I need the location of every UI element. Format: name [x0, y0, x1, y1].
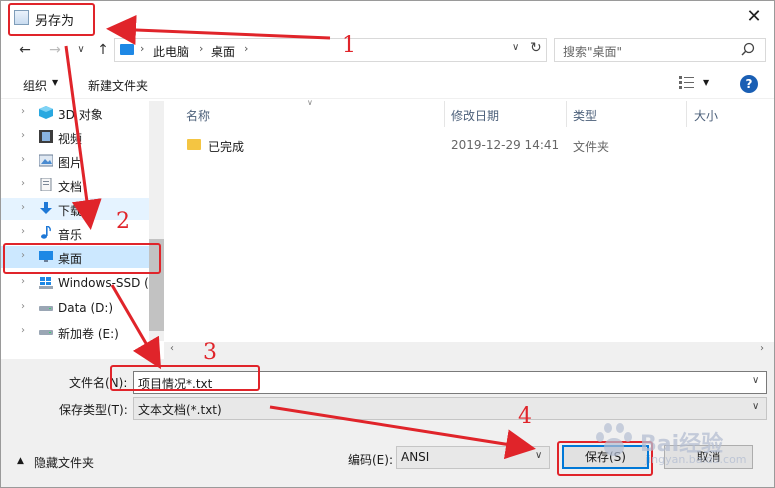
view-options-icon[interactable]	[679, 75, 695, 89]
column-divider[interactable]	[686, 101, 687, 127]
scroll-left-icon[interactable]: ‹	[170, 343, 174, 354]
column-header-date[interactable]: 修改日期	[451, 107, 499, 124]
file-name: 已完成	[208, 140, 245, 154]
column-header-type[interactable]: 类型	[573, 107, 597, 124]
filetype-select[interactable]: 文本文档(*.txt) ∨	[133, 397, 767, 420]
chevron-right-icon[interactable]: ›	[21, 276, 25, 287]
caret-down-icon[interactable]: ▼	[703, 78, 709, 87]
tree-item-label: 下载	[58, 204, 83, 218]
hide-folders-toggle[interactable]: 隐藏文件夹	[34, 454, 94, 471]
chevron-down-icon[interactable]: ∨	[752, 375, 759, 386]
search-icon[interactable]	[740, 41, 756, 57]
column-header-name[interactable]: 名称	[186, 107, 210, 124]
chevron-right-icon[interactable]: ›	[21, 202, 25, 213]
encoding-value: ANSI	[401, 450, 430, 464]
folder-icon	[187, 139, 201, 150]
tree-item-label: 3D 对象	[58, 108, 103, 122]
encoding-label: 编码(E):	[348, 453, 393, 467]
step-number-2: 2	[116, 209, 130, 234]
file-date: 2019-12-29 14:41	[451, 138, 560, 152]
tree-item-documents[interactable]: › 文档	[1, 174, 149, 196]
chevron-right-icon: ›	[244, 42, 249, 55]
tree-item-3d-objects[interactable]: › 3D 对象	[1, 102, 149, 124]
help-icon[interactable]: ?	[740, 75, 758, 93]
chevron-down-icon[interactable]: ∨	[752, 401, 759, 412]
forward-arrow-icon[interactable]: →	[45, 39, 65, 61]
sort-caret-icon: ∨	[307, 98, 313, 107]
filetype-label: 保存类型(T):	[59, 403, 128, 417]
new-folder-button[interactable]: 新建文件夹	[88, 77, 148, 94]
back-arrow-icon[interactable]: ←	[15, 39, 35, 61]
search-input[interactable]: 搜索"桌面"	[563, 43, 622, 60]
horizontal-scrollbar[interactable]: ‹ ›	[164, 342, 774, 359]
tree-item-videos[interactable]: › 视频	[1, 126, 149, 148]
tree-item-new-volume-e[interactable]: › 新加卷 (E:)	[1, 321, 149, 343]
step-number-1: 1	[342, 33, 356, 58]
tree-item-label: Data (D:)	[58, 301, 114, 315]
chevron-right-icon: ›	[199, 42, 204, 55]
navigation-scrollbar[interactable]	[149, 101, 164, 341]
chevron-right-icon[interactable]: ›	[21, 154, 25, 165]
tree-item-label: 音乐	[58, 228, 83, 242]
document-icon	[40, 178, 52, 191]
chevron-right-icon[interactable]: ›	[21, 106, 25, 117]
column-header-size[interactable]: 大小	[694, 107, 718, 124]
command-toolbar: 组织 ▼ 新建文件夹 ▼ ?	[1, 69, 774, 99]
tree-item-label: 图片	[58, 156, 83, 170]
chevron-down-icon[interactable]: ∨	[535, 450, 542, 461]
encoding-select[interactable]: ANSI ∨	[396, 446, 550, 469]
chevron-right-icon[interactable]: ›	[21, 130, 25, 141]
highlight-box-filename	[110, 365, 260, 391]
paw-logo-icon	[596, 423, 632, 456]
drive-icon	[39, 330, 53, 335]
watermark-url: jingyan.baidu.com	[645, 453, 747, 466]
download-icon	[40, 202, 52, 214]
music-icon	[41, 226, 51, 239]
chevron-right-icon: ›	[140, 42, 145, 55]
recent-locations-chevron-icon[interactable]: ∨	[71, 39, 91, 61]
tree-item-data-d[interactable]: › Data (D:)	[1, 297, 149, 319]
scroll-right-icon[interactable]: ›	[760, 343, 764, 354]
tree-item-label: 新加卷 (E:)	[58, 327, 119, 341]
computer-icon	[120, 44, 134, 55]
breadcrumb-desktop[interactable]: 桌面	[211, 43, 235, 60]
step-number-3: 3	[203, 340, 217, 365]
step-number-4: 4	[518, 404, 532, 429]
chevron-right-icon[interactable]: ›	[21, 325, 25, 336]
chevron-right-icon[interactable]: ›	[21, 301, 25, 312]
windows-drive-icon	[39, 277, 53, 289]
highlight-box-title	[8, 3, 95, 36]
tree-item-pictures[interactable]: › 图片	[1, 150, 149, 172]
picture-icon	[39, 154, 53, 167]
table-row[interactable]: 已完成 2019-12-29 14:41 文件夹	[184, 135, 774, 157]
tree-item-label: 视频	[58, 132, 83, 146]
up-arrow-icon[interactable]: ↑	[93, 39, 113, 61]
chevron-right-icon[interactable]: ›	[21, 226, 25, 237]
navigation-pane: › 3D 对象 › 视频 › 图片 › 文档 › 下载 › 音乐 › 桌面 › …	[1, 101, 164, 341]
title-bar: 另存为 ✕	[1, 1, 774, 34]
organize-button[interactable]: 组织	[23, 77, 47, 94]
chevron-right-icon[interactable]: ›	[21, 178, 25, 189]
file-type: 文件夹	[573, 140, 610, 154]
address-bar[interactable]: › 此电脑 › 桌面 › ∨ ↻	[114, 38, 547, 62]
cube-icon	[39, 106, 53, 119]
navigation-row: ← → ∨ ↑ › 此电脑 › 桌面 › ∨ ↻ 搜索"桌面"	[1, 36, 774, 64]
column-divider[interactable]	[566, 101, 567, 127]
chevron-up-icon[interactable]: ▲	[17, 456, 24, 466]
address-dropdown-icon[interactable]: ∨	[512, 42, 519, 53]
column-divider[interactable]	[444, 101, 445, 127]
close-button[interactable]: ✕	[739, 5, 769, 29]
breadcrumb-this-pc[interactable]: 此电脑	[153, 43, 189, 60]
tree-item-label: Windows-SSD (	[58, 276, 149, 290]
file-list: ∨ 名称 修改日期 类型 大小 已完成 2019-12-29 14:41 文件夹…	[164, 98, 774, 359]
refresh-icon[interactable]: ↻	[530, 40, 542, 56]
highlight-box-desktop	[3, 243, 161, 274]
tree-item-windows-ssd[interactable]: › Windows-SSD (	[1, 272, 149, 294]
caret-down-icon[interactable]: ▼	[52, 78, 58, 87]
film-icon	[39, 130, 53, 143]
search-box[interactable]: 搜索"桌面"	[554, 38, 766, 62]
filetype-value: 文本文档(*.txt)	[138, 403, 222, 417]
drive-icon	[39, 306, 53, 311]
tree-item-label: 文档	[58, 180, 83, 194]
